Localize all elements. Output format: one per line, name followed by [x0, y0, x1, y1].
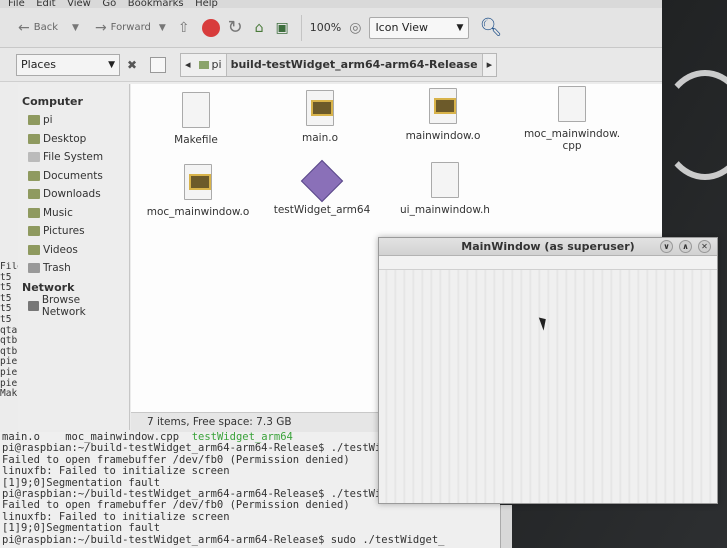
places-select[interactable]: Places ▼: [16, 53, 120, 76]
terminal-line: [1]9;0]Segmentation fault: [2, 522, 161, 535]
arrow-right-icon: →: [94, 19, 107, 36]
location-bar: Places ▼ ✖ ◂ pi build-testWidget_arm64-a…: [0, 48, 662, 82]
folder-icon: [28, 189, 40, 200]
edit-location-icon[interactable]: [150, 56, 166, 73]
reload-icon: ↻: [227, 17, 243, 38]
sidebar-item-documents[interactable]: Documents: [18, 167, 129, 186]
sidebar-item-videos[interactable]: Videos: [18, 241, 129, 260]
file-item[interactable]: mainwindow.o: [388, 88, 498, 142]
toolbar-divider: [300, 14, 302, 41]
object-file-icon: [184, 164, 212, 200]
forward-button[interactable]: → Forward ▼: [91, 14, 174, 42]
stop-button[interactable]: [198, 14, 224, 42]
terminal-line: pi@raspbian:~/build-testWidget_arm64-arm…: [2, 533, 445, 546]
file-item[interactable]: moc_mainwindow.o: [143, 164, 253, 218]
view-mode-select[interactable]: Icon View ▼: [369, 16, 470, 39]
sidebar-item-trash[interactable]: Trash: [18, 259, 129, 278]
home-folder-icon: [28, 115, 40, 126]
sidebar-item-file-system[interactable]: File System: [18, 148, 129, 167]
dialog-body: [379, 270, 717, 503]
folder-icon: [198, 60, 209, 69]
chevron-down-icon: ▼: [158, 22, 166, 33]
menu-file[interactable]: File: [8, 0, 25, 8]
text-file-icon: [182, 92, 210, 128]
trash-icon: [28, 263, 40, 274]
breadcrumb-forward-icon[interactable]: ▸: [483, 54, 497, 76]
sidebar-heading-computer: Computer: [22, 95, 83, 108]
up-arrow-icon: ⇧: [177, 19, 190, 36]
zoom-reset-icon: ◎: [349, 19, 362, 36]
breadcrumb-back-icon[interactable]: ◂: [181, 54, 195, 76]
terminal-left-fragment: File t5 t5 t5 t5 t5 qta qtb qtb pie pie …: [0, 262, 18, 432]
folder-icon: [28, 244, 40, 255]
dialog-menubar: [379, 256, 717, 270]
menu-help[interactable]: Help: [195, 0, 218, 8]
computer-icon: ▣: [275, 19, 289, 36]
arrow-left-icon: ←: [18, 19, 30, 36]
menubar: File Edit View Go Bookmarks Help: [0, 0, 662, 8]
menu-view[interactable]: View: [67, 0, 91, 8]
dialog-titlebar[interactable]: MainWindow (as superuser) ∨ ∧ ✕: [379, 238, 717, 256]
file-item[interactable]: Makefile: [141, 92, 251, 146]
home-icon: ⌂: [254, 19, 264, 36]
up-button[interactable]: ⇧: [174, 14, 198, 42]
sidebar-item-music[interactable]: Music: [18, 204, 129, 223]
toolbar: ← Back ▼ → Forward ▼ ⇧ ↻ ⌂ ▣ 100% ◎ Icon…: [0, 8, 662, 48]
breadcrumb-home[interactable]: pi: [195, 54, 226, 76]
sidebar-item-pi[interactable]: pi: [18, 111, 129, 130]
close-icon[interactable]: ✕: [698, 240, 711, 253]
file-item[interactable]: moc_mainwindow. cpp: [517, 86, 627, 152]
text-file-icon: [431, 162, 459, 198]
folder-icon: [28, 226, 40, 237]
sidebar: Computer pi Desktop File System Document…: [18, 84, 130, 430]
menu-bookmarks[interactable]: Bookmarks: [128, 0, 184, 8]
mainwindow-dialog: MainWindow (as superuser) ∨ ∧ ✕: [378, 237, 718, 504]
drive-icon: [28, 152, 40, 163]
sidebar-item-pictures[interactable]: Pictures: [18, 222, 129, 241]
chevron-down-icon: ▼: [72, 22, 79, 33]
minimize-icon[interactable]: ∨: [660, 240, 673, 253]
dialog-title: MainWindow (as superuser): [461, 240, 635, 253]
network-icon: [28, 300, 39, 311]
menu-go[interactable]: Go: [102, 0, 116, 8]
chevron-down-icon: ▼: [108, 59, 115, 70]
text-file-icon: [558, 86, 586, 122]
object-file-icon: [429, 88, 457, 124]
sidebar-item-desktop[interactable]: Desktop: [18, 130, 129, 149]
folder-icon: [28, 207, 40, 218]
file-item[interactable]: ui_mainwindow.h: [390, 162, 500, 216]
executable-icon: [300, 159, 344, 203]
menu-edit[interactable]: Edit: [36, 0, 55, 8]
home-button[interactable]: ⌂: [251, 14, 272, 42]
object-file-icon: [306, 90, 334, 126]
computer-button[interactable]: ▣: [272, 14, 297, 42]
folder-icon: [28, 170, 40, 181]
sidebar-item-downloads[interactable]: Downloads: [18, 185, 129, 204]
file-item[interactable]: main.o: [265, 90, 375, 144]
chevron-down-icon: ▼: [456, 22, 464, 33]
sidebar-item-browse-network[interactable]: Browse Network: [18, 294, 129, 318]
file-item[interactable]: testWidget_arm64: [267, 159, 377, 216]
breadcrumb-current[interactable]: build-testWidget_arm64-arm64-Release: [225, 53, 483, 76]
search-icon[interactable]: 🔍︎: [479, 17, 502, 38]
breadcrumb: ◂ pi build-testWidget_arm64-arm64-Releas…: [180, 52, 498, 77]
desktop-icon: [28, 133, 40, 144]
stop-icon: [201, 18, 220, 37]
terminal-scrollbar[interactable]: [500, 505, 512, 548]
zoom-reset-button[interactable]: ◎: [345, 14, 369, 42]
close-sidebar-icon[interactable]: ✖: [124, 57, 140, 73]
back-button[interactable]: ← Back ▼: [14, 14, 87, 42]
reload-button[interactable]: ↻: [224, 14, 251, 42]
maximize-icon[interactable]: ∧: [679, 240, 692, 253]
zoom-level: 100%: [309, 21, 342, 34]
